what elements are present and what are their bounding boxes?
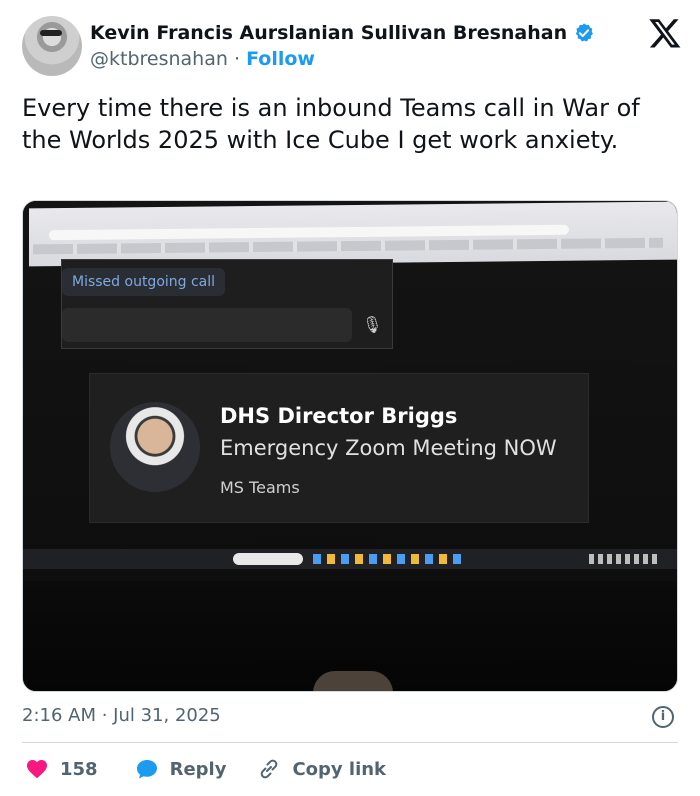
microphone-icon: 🎙 [362, 315, 383, 334]
author-name-row: Kevin Francis Aurslanian Sullivan Bresna… [90, 22, 595, 44]
call-notification: DHS Director Briggs Emergency Zoom Meeti… [89, 373, 589, 523]
browser-bookmarks-bar [33, 237, 663, 255]
notification-message: Emergency Zoom Meeting NOW [220, 436, 557, 460]
monitor-screen: Missed outgoing call 🎙 DHS Director Brig… [23, 201, 677, 581]
missed-call-bubble: Missed outgoing call [62, 268, 226, 296]
tweet-text: Every time there is an inbound Teams cal… [22, 94, 640, 154]
like-button[interactable]: 158 [24, 757, 98, 781]
background-glare [313, 671, 393, 691]
browser-toolbar [29, 201, 677, 267]
reply-icon [136, 760, 157, 779]
copy-link-button[interactable]: Copy link [256, 757, 386, 781]
system-tray [589, 554, 659, 564]
author-avatar[interactable] [22, 16, 82, 76]
author-handle[interactable]: @ktbresnahan [90, 48, 228, 70]
taskbar-app-icons [313, 554, 463, 564]
author-name[interactable]: Kevin Francis Aurslanian Sullivan Bresna… [90, 22, 567, 44]
divider [22, 742, 678, 743]
reply-button[interactable]: Reply [134, 757, 227, 781]
tweet-timestamp[interactable]: 2:16 AM · Jul 31, 2025 [22, 705, 221, 726]
author-handle-row: @ktbresnahan · Follow [90, 48, 315, 70]
link-icon [261, 759, 278, 779]
reply-label: Reply [169, 758, 227, 780]
info-icon[interactable]: i [652, 706, 674, 728]
verified-badge-icon [575, 23, 594, 42]
notification-app-name: MS Teams [220, 478, 300, 497]
caller-avatar [110, 402, 200, 492]
follow-button[interactable]: Follow [246, 48, 315, 70]
x-logo-icon[interactable] [648, 16, 682, 50]
tweet-actions: 158 Reply Copy link [24, 756, 386, 782]
separator-dot: · [233, 48, 241, 70]
like-count: 158 [60, 758, 98, 780]
tweet-header: Kevin Francis Aurslanian Sullivan Bresna… [22, 16, 682, 78]
browser-address-bar [49, 224, 569, 241]
windows-taskbar [23, 549, 677, 569]
copy-link-label: Copy link [292, 758, 387, 780]
tweet-photo[interactable]: Missed outgoing call 🎙 DHS Director Brig… [22, 200, 678, 692]
caller-name: DHS Director Briggs [220, 404, 458, 428]
heart-icon [27, 760, 47, 779]
teams-chat-panel: Missed outgoing call 🎙 [61, 259, 393, 349]
chat-message-box [62, 308, 352, 342]
taskbar-search [233, 553, 303, 565]
